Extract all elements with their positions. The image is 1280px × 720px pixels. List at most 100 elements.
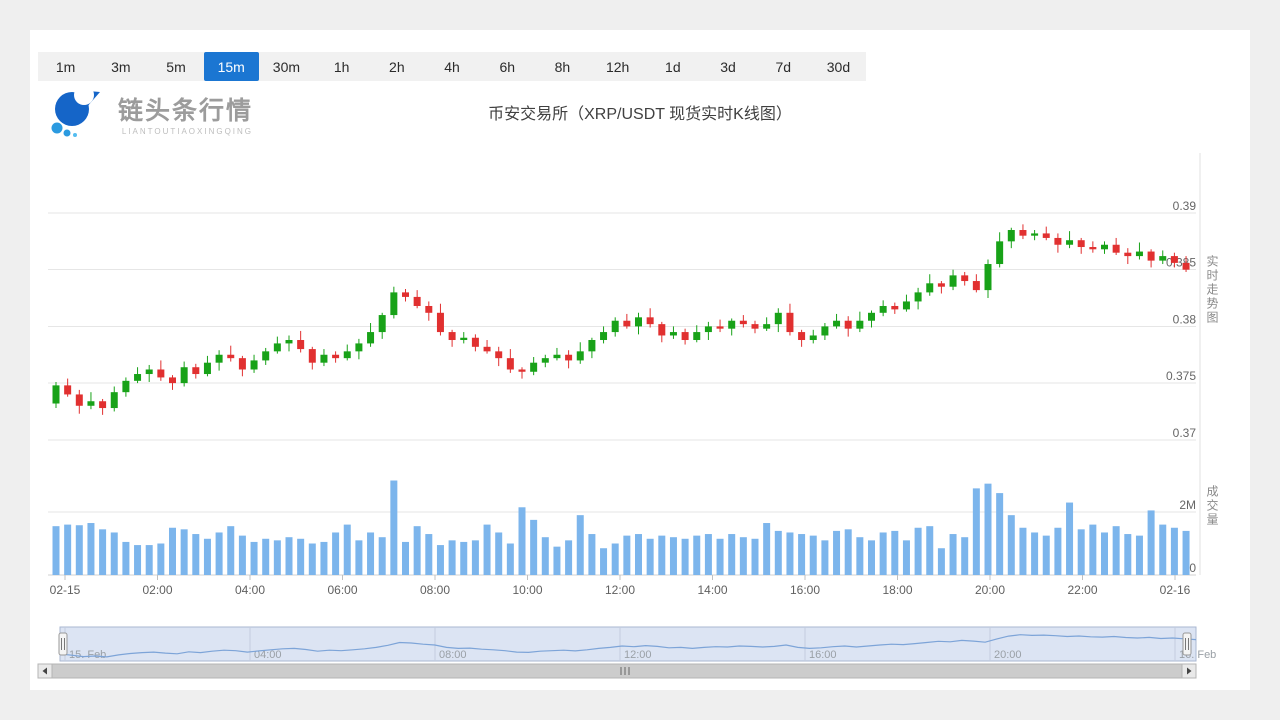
volume-series[interactable]: [53, 481, 1190, 576]
volume-bar: [565, 540, 572, 575]
volume-bar: [1183, 531, 1190, 575]
volume-bar: [1008, 515, 1015, 575]
x-axis-label: 22:00: [1067, 583, 1097, 597]
navigator-label: 12:00: [624, 649, 652, 661]
candle-body: [623, 321, 630, 327]
volume-bar: [996, 493, 1003, 575]
volume-bar: [553, 547, 560, 575]
volume-bar: [484, 525, 491, 575]
volume-bar: [588, 534, 595, 575]
candle-body: [1136, 252, 1143, 257]
navigator-label: 16:00: [809, 649, 837, 661]
x-axis-label: 10:00: [512, 583, 542, 597]
candle-body: [227, 355, 234, 358]
volume-bar: [320, 542, 327, 575]
candle-body: [705, 326, 712, 332]
navigator-right-handle[interactable]: [1183, 633, 1191, 655]
candle-body: [239, 358, 246, 369]
volume-bar: [379, 537, 386, 575]
candle-body: [577, 351, 584, 360]
volume-bar: [449, 540, 456, 575]
candle-body: [122, 381, 129, 392]
volume-bar: [53, 526, 60, 575]
candle-body: [985, 264, 992, 290]
candle-body: [320, 355, 327, 363]
volume-bar: [111, 532, 118, 575]
candle-body: [64, 385, 71, 394]
candle-body: [297, 340, 304, 349]
volume-bar: [786, 532, 793, 575]
candle-body: [682, 332, 689, 340]
candle-body: [763, 324, 770, 329]
candle-body: [262, 351, 269, 360]
candle-body: [204, 363, 211, 374]
candle-body: [425, 306, 432, 313]
volume-bar: [134, 545, 141, 575]
candle-body: [402, 292, 409, 297]
candle-body: [181, 367, 188, 383]
chart-scrollbar[interactable]: [38, 664, 1196, 678]
candle-body: [903, 301, 910, 309]
volume-axis-label: 2M: [1179, 498, 1196, 512]
volume-bar: [658, 536, 665, 575]
volume-bar: [87, 523, 94, 575]
volume-bar: [682, 539, 689, 575]
candle-body: [76, 394, 83, 405]
candle-body: [845, 321, 852, 329]
volume-bar: [1136, 536, 1143, 575]
brand-subtitle: LIANTOUTIAOXINGQING: [118, 127, 253, 136]
volume-bar: [344, 525, 351, 575]
candle-body: [1066, 240, 1073, 245]
volume-bar: [903, 540, 910, 575]
volume-bar: [577, 515, 584, 575]
candle-body: [251, 360, 258, 369]
candle-body: [798, 332, 805, 340]
candle-body: [542, 358, 549, 363]
price-axis-label: 0.37: [1173, 426, 1197, 440]
candle-body: [588, 340, 595, 351]
volume-bar: [495, 532, 502, 575]
navigator-label: 20:00: [994, 649, 1022, 661]
volume-bar: [810, 536, 817, 575]
volume-bar: [775, 531, 782, 575]
candle-body: [810, 335, 817, 340]
candlestick-series[interactable]: [53, 224, 1190, 415]
x-axis-labels: 02-1502:0004:0006:0008:0010:0012:0014:00…: [50, 575, 1191, 597]
candle-body: [449, 332, 456, 340]
candle-body: [460, 338, 467, 340]
whale-logo-icon: [48, 88, 110, 140]
candle-body: [1054, 238, 1061, 245]
volume-bar: [950, 534, 957, 575]
volume-bar: [938, 548, 945, 575]
volume-bar: [227, 526, 234, 575]
volume-bar: [519, 507, 526, 575]
volume-bar: [1101, 532, 1108, 575]
volume-bar: [740, 537, 747, 575]
candle-body: [786, 313, 793, 332]
candle-body: [355, 343, 362, 351]
candle-body: [274, 343, 281, 351]
navigator[interactable]: 15. Feb04:0008:0012:0016:0020:0016. Feb: [59, 627, 1216, 661]
volume-bar: [1159, 525, 1166, 575]
candle-body: [915, 292, 922, 301]
candle-body: [472, 338, 479, 347]
candle-body: [565, 355, 572, 361]
candle-body: [880, 306, 887, 313]
volume-bar: [752, 539, 759, 575]
volume-bar: [286, 537, 293, 575]
candle-body: [169, 377, 176, 383]
candle-body: [379, 315, 386, 332]
volume-bar: [181, 529, 188, 575]
candle-body: [1019, 230, 1026, 236]
volume-bar: [169, 528, 176, 575]
volume-bar: [437, 545, 444, 575]
volume-bar: [856, 537, 863, 575]
volume-bar: [1054, 528, 1061, 575]
volume-bar: [402, 542, 409, 575]
scrollbar-track[interactable]: [38, 664, 1196, 678]
candle-body: [926, 283, 933, 292]
candle-body: [495, 351, 502, 358]
navigator-left-handle[interactable]: [59, 633, 67, 655]
volume-bar: [332, 532, 339, 575]
candle-body: [938, 283, 945, 286]
